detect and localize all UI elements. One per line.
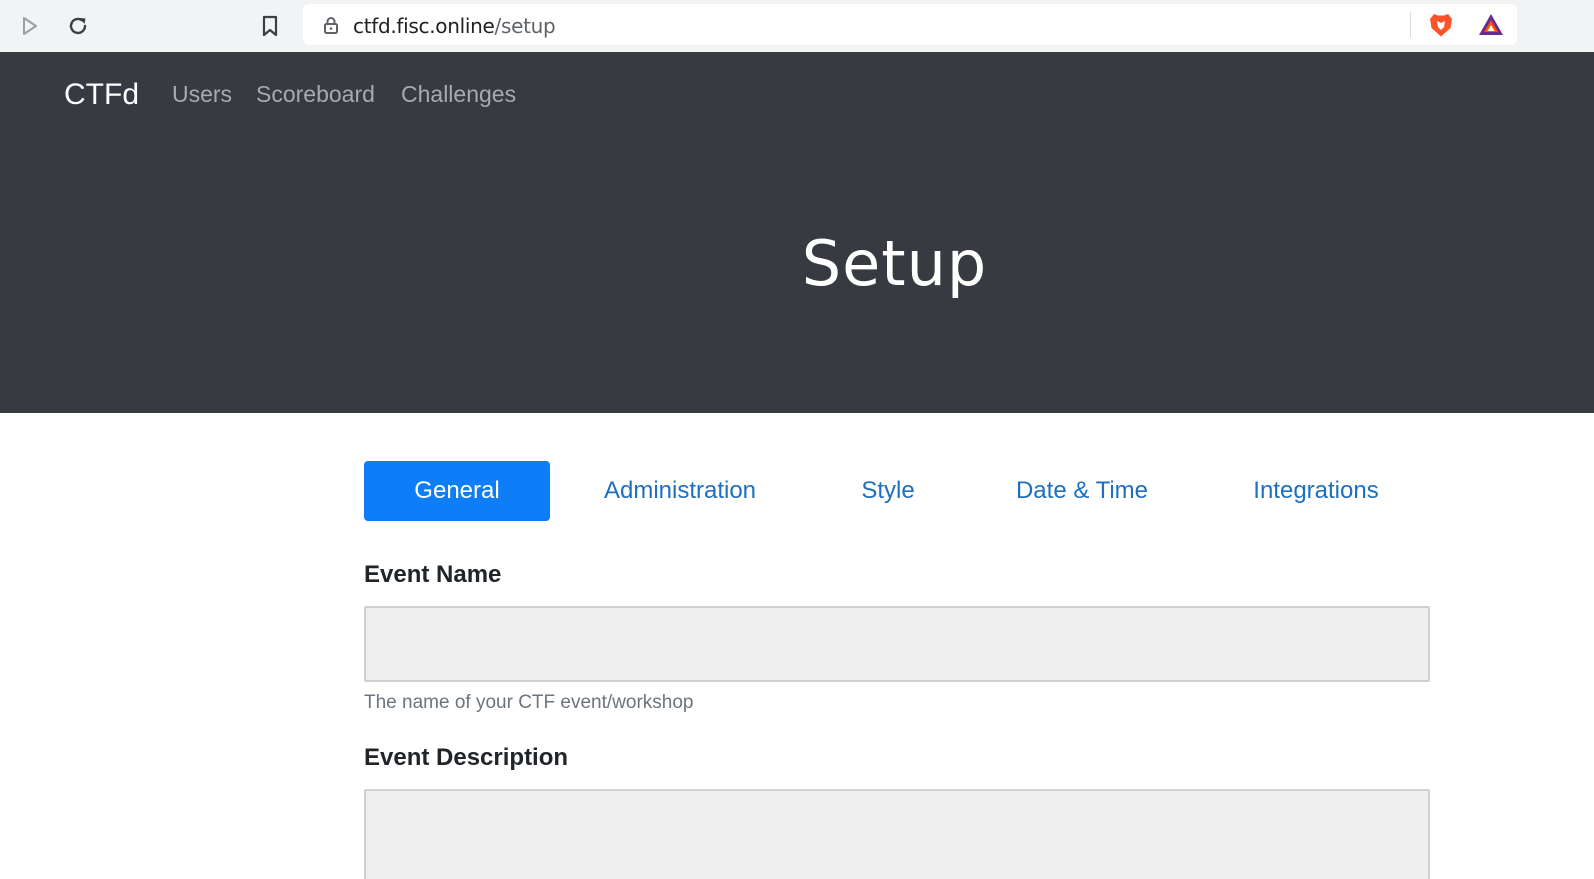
nav-link-users[interactable]: Users (172, 81, 232, 108)
bookmark-icon[interactable] (254, 10, 286, 42)
nav-link-scoreboard[interactable]: Scoreboard (256, 81, 375, 108)
event-description-label: Event Description (364, 744, 569, 771)
lock-icon (321, 15, 341, 35)
nav-link-challenges[interactable]: Challenges (401, 81, 516, 108)
page-header: CTFd Users Scoreboard Challenges Setup (0, 52, 1594, 413)
event-description-textarea[interactable] (364, 789, 1430, 879)
event-name-help: The name of your CTF event/workshop (364, 692, 694, 713)
event-name-label: Event Name (364, 561, 502, 588)
tab-administration[interactable]: Administration (580, 461, 780, 521)
tab-general[interactable]: General (364, 461, 550, 521)
brand-logo[interactable]: CTFd (64, 78, 139, 112)
url-host: ctfd.fisc.online (353, 14, 495, 38)
address-bar[interactable]: ctfd.fisc.online/setup (303, 4, 1517, 45)
browser-toolbar: ctfd.fisc.online/setup (0, 0, 1594, 52)
tab-style[interactable]: Style (830, 461, 946, 521)
page-title: Setup (801, 227, 988, 300)
tab-date-time[interactable]: Date & Time (1002, 461, 1162, 521)
bat-rewards-icon[interactable] (1477, 12, 1505, 38)
url-text: ctfd.fisc.online/setup (353, 14, 556, 38)
reload-icon[interactable] (62, 10, 94, 42)
event-name-input[interactable] (364, 606, 1430, 682)
address-divider (1410, 12, 1411, 38)
play-icon[interactable] (14, 10, 46, 42)
brave-shield-icon[interactable] (1427, 11, 1455, 39)
url-path: /setup (494, 14, 556, 38)
tab-integrations[interactable]: Integrations (1236, 461, 1396, 521)
